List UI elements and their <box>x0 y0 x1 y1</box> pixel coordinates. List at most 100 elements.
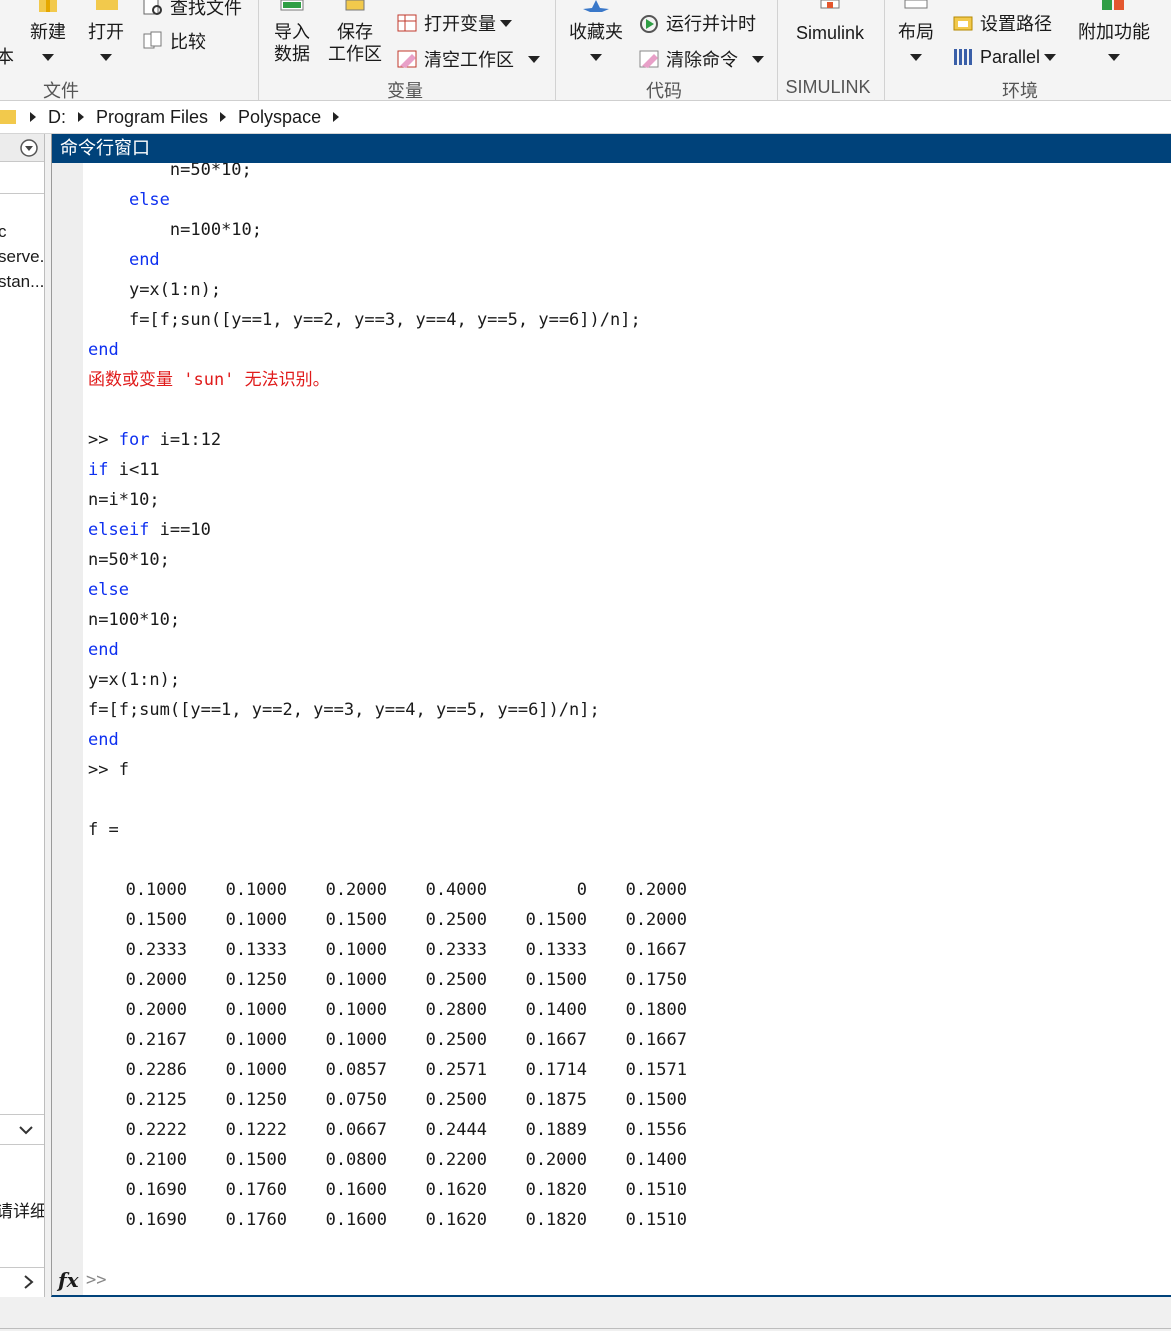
simulink-button[interactable]: Simulink <box>790 0 870 44</box>
matrix-cell: 0.1000 <box>325 1000 387 1020</box>
matrix-cell: 0.2500 <box>425 1030 487 1050</box>
matrix-cell: 0.1760 <box>225 1180 287 1200</box>
section-divider <box>555 0 556 100</box>
code-text: else <box>88 580 129 600</box>
clear-workspace-icon <box>397 50 417 68</box>
partial-left-label: 本 <box>0 47 14 68</box>
matrix-cell: 0.1000 <box>325 1030 387 1050</box>
new-icon <box>39 0 57 12</box>
command-output-line: f=[f;sum([y==1, y==2, y==3, y==4, y==5, … <box>88 695 600 725</box>
layout-icon <box>904 0 928 9</box>
chevron-right-icon[interactable] <box>22 1274 36 1290</box>
code-section-label: 代码 <box>646 81 682 102</box>
function-browser-icon[interactable]: fx <box>58 1268 86 1292</box>
open-variable-icon <box>397 14 417 32</box>
command-output-line: >> f <box>88 755 129 785</box>
add-ons-button[interactable]: 附加功能 <box>1076 0 1152 61</box>
divider <box>0 193 44 194</box>
breadcrumb-arrow-icon[interactable] <box>78 112 84 122</box>
keyword-text: if <box>88 460 109 480</box>
file-list-item[interactable]: stan... <box>0 272 44 292</box>
command-prompt: >> <box>86 1269 107 1290</box>
parallel-button[interactable]: Parallel <box>952 46 1057 68</box>
breadcrumb-drive[interactable]: D: <box>48 107 66 128</box>
command-output-line: f = <box>88 815 119 845</box>
command-output-line: 函数或变量 'sun' 无法识别。 <box>88 365 330 395</box>
command-output-line: end <box>88 635 119 665</box>
matrix-cell: 0.1690 <box>125 1210 187 1230</box>
file-list-item[interactable]: serve... <box>0 247 44 267</box>
save-workspace-button[interactable]: 保存 工作区 <box>326 0 384 66</box>
breadcrumb-arrow-icon[interactable] <box>30 112 36 122</box>
code-text: n=50*10; <box>169 163 252 180</box>
command-output-line: y=x(1:n); <box>88 275 221 305</box>
matrix-cell: 0.2000 <box>325 880 387 900</box>
favorites-button[interactable]: 收藏夹 <box>566 0 626 61</box>
code-text: i==10 <box>149 520 211 540</box>
code-text: y=x(1:n); <box>88 670 181 690</box>
chevron-down-icon[interactable] <box>18 1124 34 1136</box>
folder-icon[interactable] <box>0 106 20 128</box>
matrix-cell: 0.2333 <box>125 940 187 960</box>
breadcrumb-program-files[interactable]: Program Files <box>96 107 208 128</box>
matrix-cell: 0.2000 <box>625 910 687 930</box>
matrix-cell: 0.1000 <box>225 1060 287 1080</box>
command-output-line: n=i*10; <box>88 485 160 515</box>
new-button[interactable]: 新建 <box>28 0 68 61</box>
matrix-cell: 0.2125 <box>125 1090 187 1110</box>
divider <box>0 1114 44 1115</box>
panel-menu-icon[interactable] <box>19 138 39 158</box>
layout-button[interactable]: 布局 <box>896 0 936 61</box>
status-bar-divider <box>0 1328 1171 1329</box>
matrix-cell: 0.1250 <box>225 970 287 990</box>
command-window-output[interactable]: n=50*10; else n=100*10; end y=x(1:n); f=… <box>83 163 1171 1263</box>
save-label-line2: 工作区 <box>328 44 382 65</box>
clear-commands-icon <box>639 50 659 68</box>
matrix-cell: 0.1750 <box>625 970 687 990</box>
breadcrumb-arrow-icon[interactable] <box>333 112 340 122</box>
matrix-cell: 0.2500 <box>425 910 487 930</box>
open-caret-icon <box>100 54 112 61</box>
clear-commands-button[interactable]: 清除命令 <box>638 46 764 72</box>
code-text: end <box>88 730 119 750</box>
clear-workspace-label: 清空工作区 <box>424 50 514 71</box>
set-path-button[interactable]: 设置路径 <box>952 10 1052 36</box>
matrix-cell: 0.1000 <box>125 880 187 900</box>
matrix-row: 0.2286 0.1000 0.0857 0.2571 0.1714 0.1571 <box>83 1055 783 1085</box>
matrix-cell: 0.1510 <box>625 1210 687 1230</box>
command-window[interactable]: 命令行窗口 n=50*10; else n=100*10; end y=x(1:… <box>51 134 1171 1297</box>
matrix-cell: 0.2000 <box>125 970 187 990</box>
open-variable-button[interactable]: 打开变量 <box>396 10 512 36</box>
run-and-time-button[interactable]: 运行并计时 <box>638 10 756 36</box>
simulink-section-label: SIMULINK <box>785 77 871 97</box>
favorites-star-icon <box>583 0 609 12</box>
simulink-icon <box>820 0 840 9</box>
matrix-cell: 0.1400 <box>525 1000 587 1020</box>
add-ons-label: 附加功能 <box>1078 22 1150 43</box>
compare-button[interactable]: 比较 <box>142 28 206 54</box>
divider <box>0 1267 44 1268</box>
matrix-cell: 0.1820 <box>525 1180 587 1200</box>
matrix-cell: 0.1000 <box>225 910 287 930</box>
code-text: n=50*10; <box>88 550 170 570</box>
matrix-row: 0.2222 0.1222 0.0667 0.2444 0.1889 0.1556 <box>83 1115 783 1145</box>
breadcrumb-arrow-icon[interactable] <box>220 112 227 122</box>
breadcrumb-polyspace[interactable]: Polyspace <box>238 107 321 128</box>
matrix-cell: 0.1500 <box>525 910 587 930</box>
command-prompt-line[interactable]: fx >> <box>52 1264 1141 1295</box>
file-list-item[interactable]: c <box>0 222 7 242</box>
matrix-cell: 0.2200 <box>425 1150 487 1170</box>
import-data-button[interactable]: 导入 数据 <box>270 0 314 66</box>
open-button[interactable]: 打开 <box>86 0 126 61</box>
status-bar <box>0 1297 1171 1331</box>
matrix-cell: 0.2100 <box>125 1150 187 1170</box>
find-files-button[interactable]: 查找文件 <box>142 0 242 20</box>
matrix-cell: 0.1889 <box>525 1120 587 1140</box>
clear-workspace-button[interactable]: 清空工作区 <box>396 46 540 72</box>
matrix-cell: 0.2500 <box>425 1090 487 1110</box>
compare-icon <box>143 31 162 49</box>
matrix-cell: 0.2286 <box>125 1060 187 1080</box>
section-divider <box>258 0 259 100</box>
add-ons-caret-icon <box>1108 54 1120 61</box>
details-label: 请详细信 <box>0 1202 44 1221</box>
